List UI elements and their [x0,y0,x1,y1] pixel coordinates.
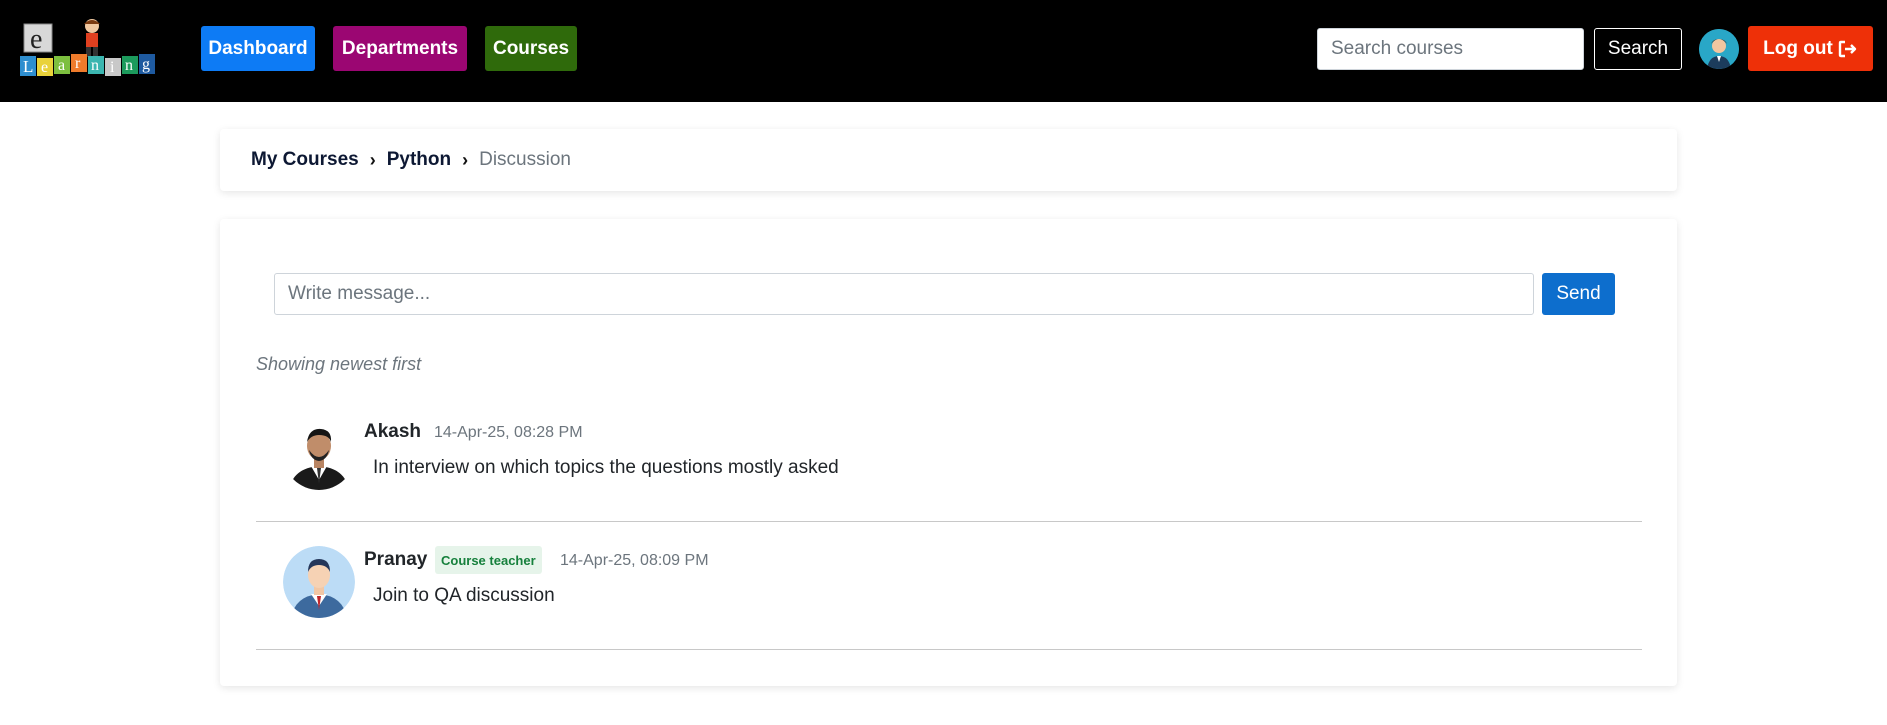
breadcrumb-separator: › [369,149,376,170]
breadcrumb: My Courses › Python › Discussion [220,129,1677,191]
nav-courses-button[interactable]: Courses [485,26,577,71]
discussion-post: Akash 14-Apr-25, 08:28 PM In interview o… [256,394,1642,522]
top-navbar: e L e a r n i n g Dashboard Departments … [0,0,1887,102]
sort-note: Showing newest first [256,354,422,374]
breadcrumb-my-courses[interactable]: My Courses [251,149,359,171]
logout-label: Log out [1763,37,1833,59]
logout-icon [1838,40,1857,57]
discussion-panel: Send Showing newest first Akash 14-Apr-2… [220,219,1677,686]
course-teacher-badge: Course teacher [435,546,542,574]
post-author[interactable]: Pranay [364,549,427,571]
search-button[interactable]: Search [1594,28,1682,70]
svg-text:r: r [75,55,81,72]
breadcrumb-discussion: Discussion [479,149,571,170]
author-avatar [283,546,355,618]
svg-text:e: e [30,24,42,55]
svg-text:g: g [142,56,150,73]
user-avatar-icon[interactable] [1699,29,1739,69]
svg-text:e: e [41,59,48,76]
svg-text:n: n [125,57,133,74]
post-author[interactable]: Akash [364,421,421,443]
svg-text:n: n [91,57,99,74]
search-input[interactable] [1317,28,1584,70]
post-text: In interview on which topics the questio… [373,457,839,478]
send-button[interactable]: Send [1542,273,1615,315]
breadcrumb-python[interactable]: Python [387,149,451,171]
breadcrumb-separator: › [462,149,469,170]
discussion-post: Pranay Course teacher 14-Apr-25, 08:09 P… [256,522,1642,650]
svg-text:L: L [23,57,33,76]
author-avatar [283,418,355,490]
svg-text:a: a [58,57,65,74]
nav-dashboard-button[interactable]: Dashboard [201,26,315,71]
svg-text:i: i [110,59,115,76]
message-input[interactable] [274,273,1534,315]
nav-departments-button[interactable]: Departments [333,26,467,71]
post-timestamp: 14-Apr-25, 08:28 PM [434,424,583,441]
post-text: Join to QA discussion [373,585,555,606]
logout-button[interactable]: Log out [1748,26,1873,71]
post-timestamp: 14-Apr-25, 08:09 PM [560,552,709,569]
elearning-logo[interactable]: e L e a r n i n g [20,18,172,80]
